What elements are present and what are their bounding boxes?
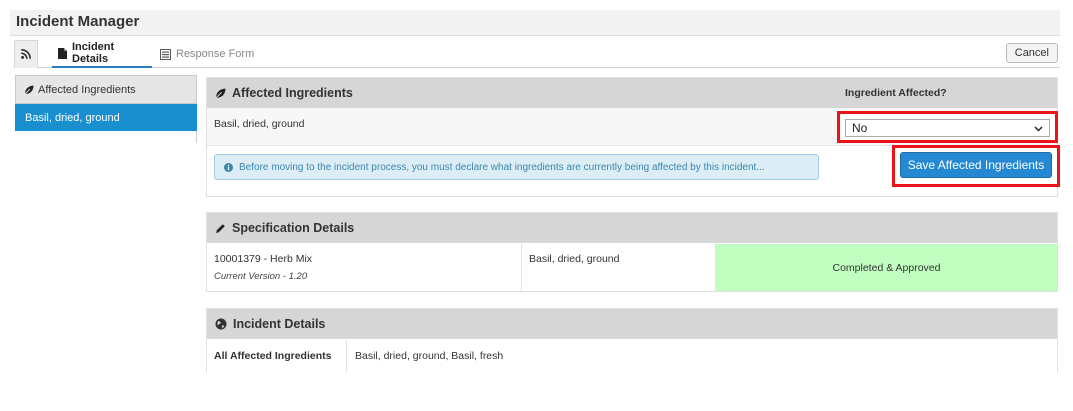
- tab-label: Response Form: [176, 48, 255, 60]
- highlight-box: No: [837, 111, 1058, 143]
- chevron-down-icon: [1034, 121, 1043, 135]
- row-label: All Affected Ingredients: [207, 340, 347, 373]
- affected-ingredients-panel: Affected Ingredients Ingredient Affected…: [206, 77, 1060, 197]
- select-value: No: [852, 121, 868, 135]
- info-alert: Before moving to the incident process, y…: [214, 154, 819, 180]
- panel-title: Affected Ingredients: [232, 86, 353, 100]
- tab-bar: Incident Details Response Form Cancel: [14, 40, 1060, 68]
- table-row: 10001379 - Herb Mix Current Version - 1.…: [207, 244, 1057, 291]
- specification-details-panel: Specification Details 10001379 - Herb Mi…: [206, 212, 1058, 292]
- title-bar: Incident Manager: [10, 10, 1060, 36]
- ingredient-affected-select[interactable]: No: [845, 119, 1050, 137]
- version-value: - 1.20: [280, 271, 308, 282]
- info-text: Before moving to the incident process, y…: [239, 161, 765, 173]
- cancel-button[interactable]: Cancel: [1005, 43, 1058, 63]
- status-badge: Completed & Approved: [716, 244, 1057, 291]
- incident-details-panel: Incident Details All Affected Ingredient…: [206, 308, 1058, 373]
- leaf-icon: [215, 88, 226, 99]
- version-label: Current Version: [214, 271, 281, 282]
- spec-name[interactable]: 10001379 - Herb Mix: [214, 253, 514, 265]
- page-title: Incident Manager: [16, 13, 140, 30]
- panel-title: Incident Details: [233, 317, 326, 331]
- divider: [196, 131, 197, 143]
- column-header-ingredient-affected: Ingredient Affected?: [845, 87, 947, 99]
- save-affected-ingredients-button[interactable]: Save Affected Ingredients: [900, 152, 1052, 178]
- document-icon: [58, 47, 67, 59]
- spec-ingredient-cell: Basil, dried, ground: [522, 244, 716, 291]
- tab-feed[interactable]: [14, 40, 38, 68]
- globe-icon: [215, 318, 227, 330]
- pencil-icon: [215, 223, 226, 234]
- sidebar-header-label: Affected Ingredients: [38, 83, 136, 96]
- ingredient-row: Basil, dried, ground No: [207, 108, 1058, 146]
- spec-cell: 10001379 - Herb Mix Current Version - 1.…: [207, 244, 522, 291]
- ingredient-name: Basil, dried, ground: [214, 118, 305, 130]
- highlight-box: Save Affected Ingredients: [892, 145, 1060, 187]
- panel-header: Specification Details: [207, 213, 1057, 243]
- rss-icon: [21, 48, 31, 62]
- panel-header: Incident Details: [207, 309, 1057, 339]
- sidebar-item-label: Basil, dried, ground: [25, 111, 120, 124]
- tab-incident-details[interactable]: Incident Details: [52, 40, 152, 68]
- sidebar: Affected Ingredients Basil, dried, groun…: [15, 75, 197, 143]
- form-icon: [160, 48, 171, 60]
- info-icon: [224, 162, 233, 172]
- sidebar-header: Affected Ingredients: [15, 75, 197, 104]
- panel-header: Affected Ingredients Ingredient Affected…: [207, 78, 1057, 108]
- tab-label: Incident Details: [72, 41, 115, 65]
- table-row: All Affected Ingredients Basil, dried, g…: [207, 340, 1057, 373]
- sidebar-item-basil-dried-ground[interactable]: Basil, dried, ground: [15, 104, 197, 131]
- leaf-icon: [24, 85, 34, 95]
- spec-version: Current Version - 1.20: [214, 271, 514, 282]
- tab-response-form[interactable]: Response Form: [160, 40, 254, 68]
- row-value: Basil, dried, ground, Basil, fresh: [355, 350, 504, 362]
- panel-title: Specification Details: [232, 221, 355, 235]
- status-text: Completed & Approved: [832, 261, 941, 274]
